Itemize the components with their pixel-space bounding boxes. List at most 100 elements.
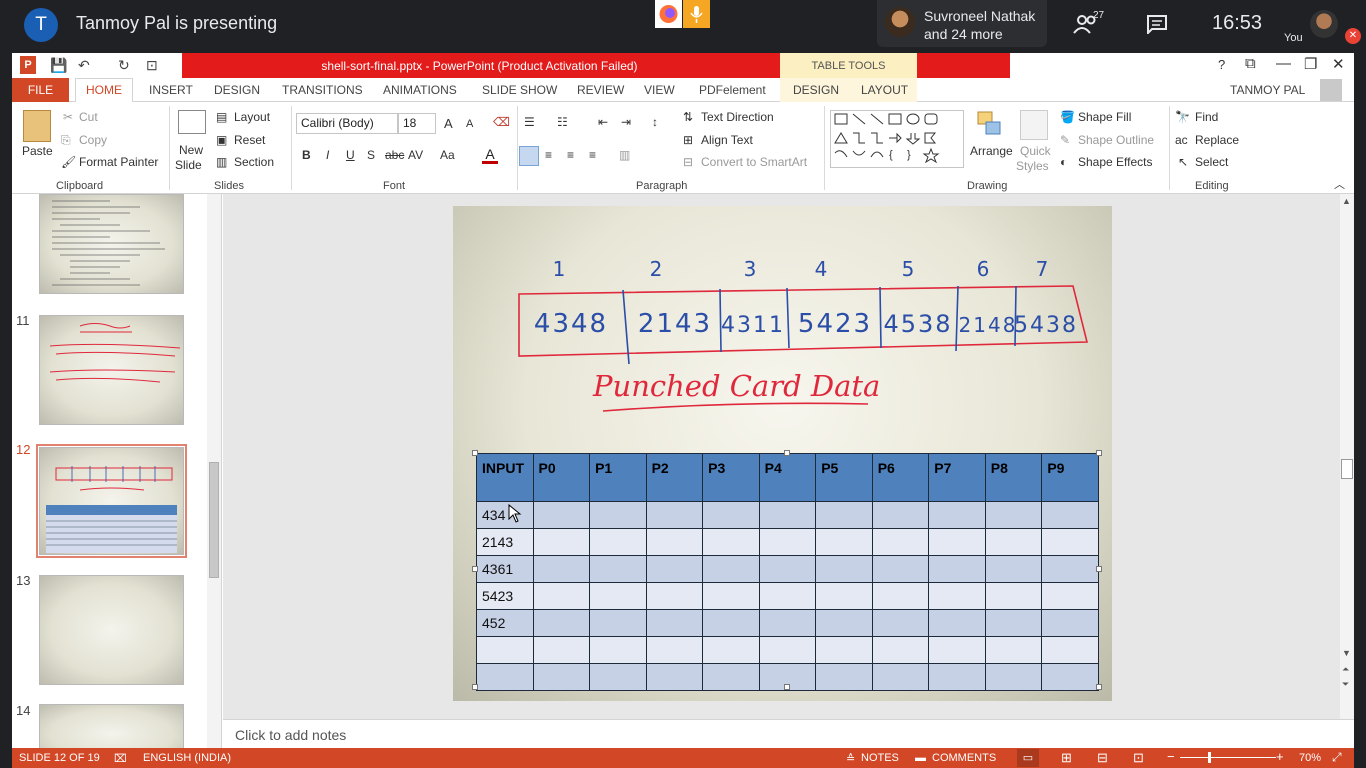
pass-cell[interactable] <box>702 501 760 529</box>
slides-pane-scroll-thumb[interactable] <box>209 462 219 578</box>
tab-slide-show[interactable]: SLIDE SHOW <box>482 83 557 97</box>
new-slide-label-2[interactable]: Slide <box>175 158 202 172</box>
selection-handle[interactable] <box>784 450 790 456</box>
replace-button[interactable]: Replace <box>1195 133 1239 147</box>
tab-table-design[interactable]: DESIGN <box>793 83 839 97</box>
pass-cell[interactable] <box>815 609 873 637</box>
zoom-slider[interactable] <box>1180 757 1276 758</box>
input-cell[interactable]: 4361 <box>476 555 534 583</box>
table-header-cell[interactable]: P6 <box>871 453 930 502</box>
pass-cell[interactable] <box>758 555 817 583</box>
pass-cell[interactable] <box>532 609 591 637</box>
pass-cell[interactable] <box>984 501 1043 529</box>
strikethrough-button[interactable]: abc <box>385 148 404 162</box>
pass-cell[interactable] <box>589 501 647 529</box>
decrease-indent-icon[interactable]: ⇤ <box>598 115 608 129</box>
language-indicator[interactable]: ENGLISH (INDIA) <box>143 752 231 764</box>
undo-icon[interactable]: ↶ <box>78 57 90 74</box>
tab-design[interactable]: DESIGN <box>214 83 260 97</box>
pass-cell[interactable] <box>984 609 1043 637</box>
pass-cell[interactable] <box>1041 528 1099 556</box>
pass-cell[interactable] <box>928 582 986 610</box>
pass-cell[interactable] <box>589 663 647 691</box>
notes-button[interactable]: NOTES <box>861 752 899 764</box>
pass-cell[interactable] <box>758 609 817 637</box>
pass-cell[interactable] <box>928 528 986 556</box>
bullets-icon[interactable]: ☰ <box>524 115 535 129</box>
firefox-icon[interactable] <box>655 0 682 28</box>
columns-icon[interactable]: ▥ <box>619 148 630 162</box>
paste-icon[interactable] <box>23 110 51 142</box>
current-slide[interactable]: 1 2 3 4 5 6 7 4348 2143 4311 5423 4538 2148 5438 Pun… <box>453 206 1112 701</box>
previous-slide-icon[interactable]: ⏶ <box>1342 664 1349 675</box>
font-color-icon[interactable]: A <box>482 146 498 164</box>
shape-outline-button[interactable]: Shape Outline <box>1078 133 1154 147</box>
pass-cell[interactable] <box>928 636 986 664</box>
chat-icon[interactable] <box>1146 14 1168 34</box>
table-header-cell[interactable]: P5 <box>815 453 873 502</box>
slide-thumbnail-10[interactable] <box>39 194 184 294</box>
start-from-beginning-icon[interactable]: ⊡ <box>146 57 158 74</box>
pass-cell[interactable] <box>1041 663 1099 691</box>
section-button[interactable]: Section <box>234 155 274 169</box>
cut-button[interactable]: Cut <box>79 110 98 124</box>
pass-cell[interactable] <box>815 555 873 583</box>
pass-cell[interactable] <box>758 636 817 664</box>
ribbon-display-icon[interactable]: ⧉ <box>1245 55 1256 72</box>
pass-cell[interactable] <box>645 582 704 610</box>
pass-cell[interactable] <box>815 663 873 691</box>
pass-cell[interactable] <box>984 582 1043 610</box>
pass-cell[interactable] <box>984 528 1043 556</box>
pass-cell[interactable] <box>871 636 930 664</box>
selection-handle[interactable] <box>472 684 478 690</box>
justify-icon[interactable]: ≡ <box>589 148 596 162</box>
find-button[interactable]: Find <box>1195 110 1218 124</box>
fit-to-window-icon[interactable]: ⤢ <box>1332 750 1342 765</box>
table-header-cell[interactable]: P0 <box>532 453 591 502</box>
center-icon[interactable]: ≡ <box>545 148 552 162</box>
redo-icon[interactable]: ↻ <box>118 57 130 74</box>
tab-animations[interactable]: ANIMATIONS <box>383 83 457 97</box>
table-header-cell[interactable]: P7 <box>928 453 986 502</box>
tab-home[interactable]: HOME <box>86 83 122 97</box>
punched-card-table[interactable]: INPUT P0 P1 P2 P3 P4 P5 P6 P7 P8 P9 434 2143 4361 542… <box>476 453 1099 691</box>
input-cell[interactable] <box>476 663 534 691</box>
editor-scroll-thumb[interactable] <box>1341 459 1353 479</box>
comments-button[interactable]: COMMENTS <box>932 752 996 764</box>
pass-cell[interactable] <box>1041 582 1099 610</box>
active-speaker-tile[interactable]: Suvroneel Nathak and 24 more <box>877 0 1047 47</box>
table-header-cell[interactable]: P2 <box>645 453 704 502</box>
pass-cell[interactable] <box>532 582 591 610</box>
pass-cell[interactable] <box>532 528 591 556</box>
table-header-cell[interactable]: P8 <box>984 453 1043 502</box>
table-header-cell[interactable]: INPUT <box>476 453 534 502</box>
pass-cell[interactable] <box>702 636 760 664</box>
pass-cell[interactable] <box>1041 501 1099 529</box>
pass-cell[interactable] <box>758 528 817 556</box>
new-slide-icon[interactable] <box>178 110 206 134</box>
user-name[interactable]: TANMOY PAL <box>1230 83 1305 97</box>
underline-button[interactable]: U <box>346 148 355 162</box>
slide-thumbnail-12[interactable] <box>39 447 184 555</box>
pass-cell[interactable] <box>871 528 930 556</box>
italic-button[interactable]: I <box>326 148 329 162</box>
pass-cell[interactable] <box>815 528 873 556</box>
pass-cell[interactable] <box>1041 609 1099 637</box>
slide-thumbnail-11[interactable] <box>39 315 184 425</box>
pass-cell[interactable] <box>702 609 760 637</box>
slide-thumbnail-14[interactable] <box>39 704 184 748</box>
quick-styles-label-2[interactable]: Styles <box>1016 159 1049 173</box>
slide-sorter-icon[interactable]: ⊞ <box>1061 750 1072 766</box>
pass-cell[interactable] <box>532 663 591 691</box>
bold-button[interactable]: B <box>302 148 311 162</box>
scroll-down-icon[interactable]: ▼ <box>1342 648 1351 658</box>
pass-cell[interactable] <box>702 528 760 556</box>
input-cell[interactable]: 2143 <box>476 528 534 556</box>
arrange-icon[interactable] <box>976 110 1004 140</box>
table-header-cell[interactable]: P3 <box>702 453 760 502</box>
pass-cell[interactable] <box>702 582 760 610</box>
change-case-button[interactable]: Aa <box>440 148 455 162</box>
pass-cell[interactable] <box>645 663 704 691</box>
input-cell[interactable]: 434 <box>476 501 534 529</box>
user-avatar[interactable] <box>1320 79 1342 101</box>
